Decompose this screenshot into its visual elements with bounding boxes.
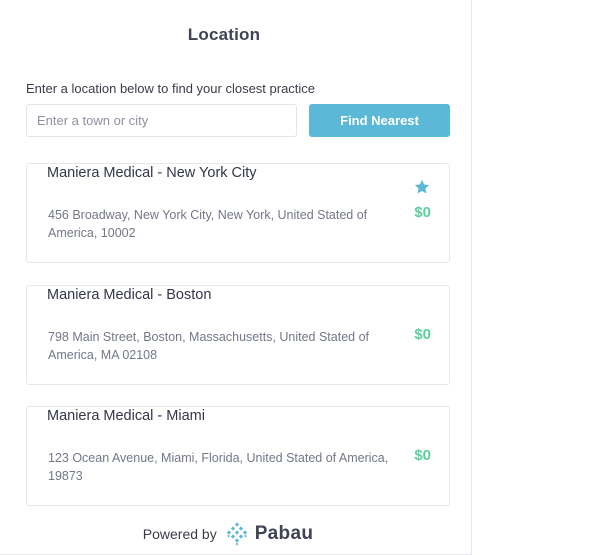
find-nearest-button[interactable]: Find Nearest bbox=[309, 104, 450, 137]
star-icon[interactable] bbox=[413, 178, 431, 196]
location-address: 798 Main Street, Boston, Massachusetts, … bbox=[48, 330, 370, 362]
page-title: Location bbox=[187, 25, 261, 44]
location-card-boston[interactable]: Maniera Medical - Boston 798 Main Street… bbox=[26, 285, 450, 385]
location-card-new-york[interactable]: Maniera Medical - New York City 456 Broa… bbox=[26, 163, 450, 263]
powered-by-label: Powered by bbox=[142, 526, 217, 542]
pabau-logo-icon bbox=[226, 522, 247, 546]
location-price: $0 bbox=[414, 326, 431, 343]
location-address: 456 Broadway, New York City, New York, U… bbox=[48, 208, 368, 240]
location-price: $0 bbox=[414, 447, 431, 464]
location-address: 123 Ocean Avenue, Miami, Florida, United… bbox=[48, 451, 389, 483]
powered-by-footer: Powered by Pabau bbox=[0, 522, 456, 546]
search-prompt: Enter a location below to find your clos… bbox=[26, 81, 316, 96]
location-search-input[interactable] bbox=[26, 104, 297, 137]
pabau-brand: Pabau bbox=[254, 523, 314, 544]
location-panel: Location Enter a location below to find … bbox=[0, 0, 472, 555]
location-name: Maniera Medical - Boston bbox=[47, 287, 212, 303]
location-name: Maniera Medical - New York City bbox=[47, 165, 257, 181]
location-price: $0 bbox=[414, 204, 431, 221]
location-card-miami[interactable]: Maniera Medical - Miami 123 Ocean Avenue… bbox=[26, 406, 450, 506]
location-name: Maniera Medical - Miami bbox=[47, 408, 205, 424]
